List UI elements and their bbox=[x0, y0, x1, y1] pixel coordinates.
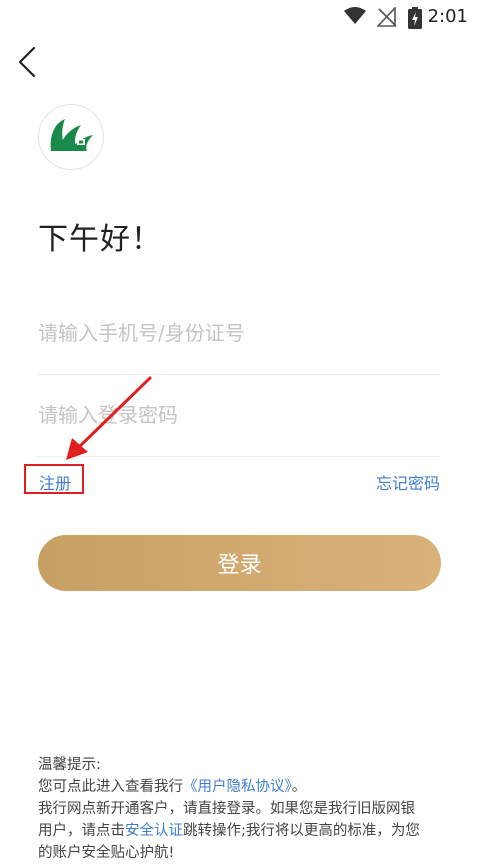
password-input[interactable] bbox=[38, 395, 440, 435]
no-signal-icon bbox=[377, 7, 397, 27]
tips-title: 温馨提示: bbox=[38, 757, 101, 773]
password-field[interactable] bbox=[38, 395, 440, 435]
greeting-title: 下午好！ bbox=[38, 222, 162, 257]
back-button[interactable] bbox=[14, 44, 44, 80]
status-bar: 2:01 bbox=[0, 0, 480, 34]
privacy-policy-link[interactable]: 《用户隐私协议》 bbox=[183, 779, 292, 795]
account-field[interactable] bbox=[38, 313, 440, 353]
tips-line-3-end: 跳转操作;我行将以更高的标准，为您 bbox=[183, 823, 420, 839]
account-divider bbox=[38, 374, 440, 375]
bank-logo bbox=[38, 104, 104, 170]
tips-line-4: 的账户安全贴心护航! bbox=[38, 845, 175, 861]
security-auth-link[interactable]: 安全认证 bbox=[125, 823, 183, 839]
chevron-left-icon bbox=[18, 46, 36, 78]
bank-logo-mark bbox=[50, 119, 93, 151]
tips-line-1-text: 您可点此进入查看我行 bbox=[38, 779, 183, 795]
tips-line-3-text: 用户，请点击 bbox=[38, 823, 125, 839]
register-link[interactable]: 注册 bbox=[39, 470, 71, 494]
forgot-password-link[interactable]: 忘记密码 bbox=[376, 470, 440, 494]
tips-line-1-end: 。 bbox=[291, 779, 307, 795]
status-time: 2:01 bbox=[427, 6, 468, 27]
tips-section: 温馨提示: 您可点此进入查看我行《用户隐私协议》。 我行网点新开通客户，请直接登… bbox=[38, 754, 448, 864]
account-input[interactable] bbox=[38, 313, 440, 353]
login-button[interactable]: 登录 bbox=[38, 535, 441, 591]
tips-line-3: 用户，请点击安全认证跳转操作;我行将以更高的标准，为您 bbox=[38, 820, 448, 842]
battery-charging-icon bbox=[408, 7, 422, 29]
tips-line-2: 我行网点新开通客户，请直接登录。如果您是我行旧版网银 bbox=[38, 801, 415, 817]
wifi-icon bbox=[344, 7, 366, 24]
tips-line-1: 您可点此进入查看我行《用户隐私协议》。 bbox=[38, 776, 448, 798]
password-divider bbox=[38, 456, 440, 457]
